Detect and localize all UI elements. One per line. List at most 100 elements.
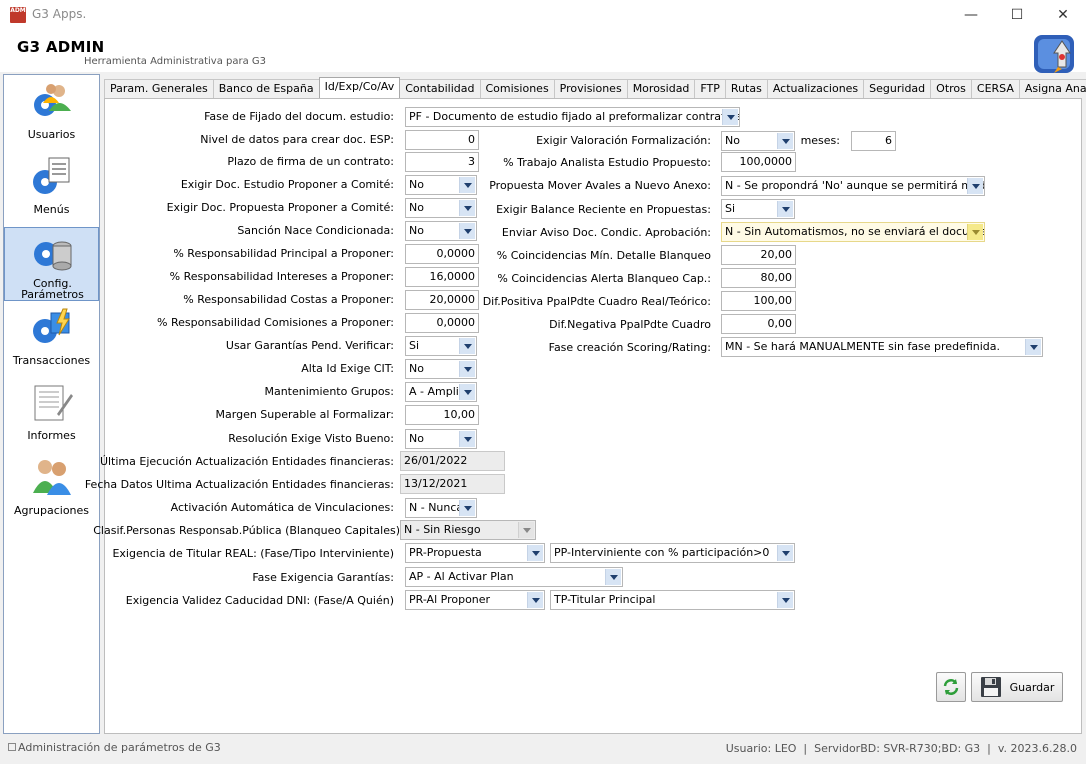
combo-value: TP-Titular Principal xyxy=(554,593,656,606)
chevron-down-icon[interactable] xyxy=(967,178,983,194)
label-resp-comisiones: % Responsabilidad Comisiones a Proponer: xyxy=(157,316,394,329)
save-button-label: Guardar xyxy=(1009,680,1055,694)
tab-contabilidad[interactable]: Contabilidad xyxy=(399,79,481,98)
tab-otros[interactable]: Otros xyxy=(930,79,972,98)
sidebar-item-transacciones[interactable]: Transacciones xyxy=(4,301,99,375)
chevron-down-icon[interactable] xyxy=(459,500,475,516)
tab-ftp[interactable]: FTP xyxy=(694,79,726,98)
combo-activacion-vinc[interactable]: N - Nunca xyxy=(405,498,477,518)
tab-provisiones[interactable]: Provisiones xyxy=(553,79,628,98)
transaction-gear-icon xyxy=(33,308,70,343)
chevron-down-icon[interactable] xyxy=(527,545,543,561)
input-margen-superable[interactable]: 10,00 xyxy=(405,405,479,425)
input-trabajo-analista[interactable]: 100,0000 xyxy=(721,152,796,172)
sidebar-item-label: Informes xyxy=(27,429,76,442)
floppy-disk-icon xyxy=(980,677,1001,697)
chevron-down-icon[interactable] xyxy=(722,109,738,125)
chevron-down-icon[interactable] xyxy=(459,177,475,193)
chevron-down-icon[interactable] xyxy=(459,338,475,354)
label-meses: meses: xyxy=(800,134,840,147)
status-right: Usuario: LEO | ServidorBD: SVR-R730;BD: … xyxy=(725,742,1077,755)
tab-comisiones[interactable]: Comisiones xyxy=(479,79,555,98)
combo-exigir-doc-estudio[interactable]: No xyxy=(405,175,477,195)
tab-param-generales[interactable]: Param. Generales xyxy=(104,79,214,98)
chevron-down-icon[interactable] xyxy=(527,592,543,608)
combo-alta-id-cit[interactable]: No xyxy=(405,359,477,379)
chevron-down-icon[interactable] xyxy=(459,223,475,239)
combo-value: Si xyxy=(725,202,736,215)
combo-fase-scoring[interactable]: MN - Se hará MANUALMENTE sin fase predef… xyxy=(721,337,1043,357)
menu-gear-icon xyxy=(33,157,70,194)
chevron-down-icon[interactable] xyxy=(777,545,793,561)
tab-banco-espana[interactable]: Banco de España xyxy=(212,79,320,98)
input-coinc-min[interactable]: 20,00 xyxy=(721,245,796,265)
input-dif-negativa[interactable]: 0,00 xyxy=(721,314,796,334)
input-nivel-datos[interactable]: 0 xyxy=(405,130,479,150)
combo-resolucion-visto[interactable]: No xyxy=(405,429,477,449)
combo-mantenimiento-grupos[interactable]: A - Ampliac xyxy=(405,382,477,402)
label-nivel-datos: Nivel de datos para crear doc. ESP: xyxy=(200,133,394,146)
tab-asigna-analista[interactable]: Asigna Analista xyxy=(1018,79,1086,98)
combo-validez-dni-quien[interactable]: TP-Titular Principal xyxy=(550,590,795,610)
label-fase-scoring: Fase creación Scoring/Rating: xyxy=(548,341,711,354)
chevron-down-icon[interactable] xyxy=(967,224,983,240)
combo-fase-fijado[interactable]: PF - Documento de estudio fijado al pref… xyxy=(405,107,740,127)
sidebar-item-config-parametros[interactable]: Config. Parámetros xyxy=(4,227,99,301)
label-exigencia-titular: Exigencia de Titular REAL: (Fase/Tipo In… xyxy=(112,547,394,560)
combo-value: No xyxy=(725,134,740,147)
combo-fase-garantias[interactable]: AP - Al Activar Plan xyxy=(405,567,623,587)
tab-morosidad[interactable]: Morosidad xyxy=(626,79,696,98)
combo-balance-reciente[interactable]: Si xyxy=(721,199,795,219)
combo-usar-garantias[interactable]: Si xyxy=(405,336,477,356)
combo-aviso-doc[interactable]: N - Sin Automatismos, no se enviará el d… xyxy=(721,222,985,242)
minimize-button[interactable]: — xyxy=(948,0,994,30)
readonly-ultima-ejecucion: 26/01/2022 xyxy=(400,451,505,471)
input-resp-intereses[interactable]: 16,0000 xyxy=(405,267,479,287)
tab-actualizaciones[interactable]: Actualizaciones xyxy=(766,79,865,98)
label-plazo-firma: Plazo de firma de un contrato: xyxy=(227,155,394,168)
input-resp-comisiones[interactable]: 0,0000 xyxy=(405,313,479,333)
refresh-button[interactable] xyxy=(936,672,966,702)
sidebar-item-informes[interactable]: Informes xyxy=(4,376,99,450)
tab-seguridad[interactable]: Seguridad xyxy=(863,79,932,98)
label-mantenimiento-grupos: Mantenimiento Grupos: xyxy=(264,385,394,398)
combo-exigencia-titular-fase[interactable]: PR-Propuesta xyxy=(405,543,545,563)
combo-mover-avales[interactable]: N - Se propondrá 'No' aunque se permitir… xyxy=(721,176,985,196)
chevron-down-icon[interactable] xyxy=(777,592,793,608)
g3-logo-icon xyxy=(1034,35,1074,73)
tab-rutas[interactable]: Rutas xyxy=(724,79,768,98)
group-icon xyxy=(33,460,71,495)
input-coinc-alerta[interactable]: 80,00 xyxy=(721,268,796,288)
label-coinc-alerta: % Coincidencias Alerta Blanqueo Cap.: xyxy=(497,272,711,285)
input-dif-positiva[interactable]: 100,00 xyxy=(721,291,796,311)
combo-value: N - Nunca xyxy=(409,501,464,514)
tab-id-exp-co-av[interactable]: Id/Exp/Co/Av xyxy=(318,77,401,98)
close-button[interactable]: ✕ xyxy=(1040,0,1086,30)
combo-value: PF - Documento de estudio fijado al pref… xyxy=(409,110,740,123)
label-balance-reciente: Exigir Balance Reciente en Propuestas: xyxy=(496,203,711,216)
chevron-down-icon[interactable] xyxy=(459,361,475,377)
combo-validez-dni-fase[interactable]: PR-Al Proponer xyxy=(405,590,545,610)
combo-sancion-condicionada[interactable]: No xyxy=(405,221,477,241)
input-resp-principal[interactable]: 0,0000 xyxy=(405,244,479,264)
chevron-down-icon[interactable] xyxy=(1025,339,1041,355)
chevron-down-icon[interactable] xyxy=(777,133,793,149)
app-brand-title: G3 ADMIN xyxy=(17,38,105,56)
input-plazo-firma[interactable]: 3 xyxy=(405,152,479,172)
chevron-down-icon[interactable] xyxy=(459,384,475,400)
input-resp-costas[interactable]: 20,0000 xyxy=(405,290,479,310)
input-meses[interactable]: 6 xyxy=(851,131,896,151)
chevron-down-icon[interactable] xyxy=(605,569,621,585)
chevron-down-icon[interactable] xyxy=(459,431,475,447)
chevron-down-icon[interactable] xyxy=(777,201,793,217)
save-button[interactable]: Guardar xyxy=(971,672,1063,702)
combo-exigir-valoracion[interactable]: No xyxy=(721,131,795,151)
sidebar-item-usuarios[interactable]: Usuarios xyxy=(4,75,99,149)
label-dif-negativa: Dif.Negativa PpalPdte Cuadro xyxy=(549,318,711,331)
maximize-button[interactable]: ☐ xyxy=(994,0,1040,30)
combo-exigencia-titular-tipo[interactable]: PP-Interviniente con % participación>0 xyxy=(550,543,795,563)
sidebar-item-menus[interactable]: Menús xyxy=(4,150,99,224)
chevron-down-icon[interactable] xyxy=(459,200,475,216)
tab-cersa[interactable]: CERSA xyxy=(970,79,1020,98)
combo-exigir-doc-propuesta[interactable]: No xyxy=(405,198,477,218)
